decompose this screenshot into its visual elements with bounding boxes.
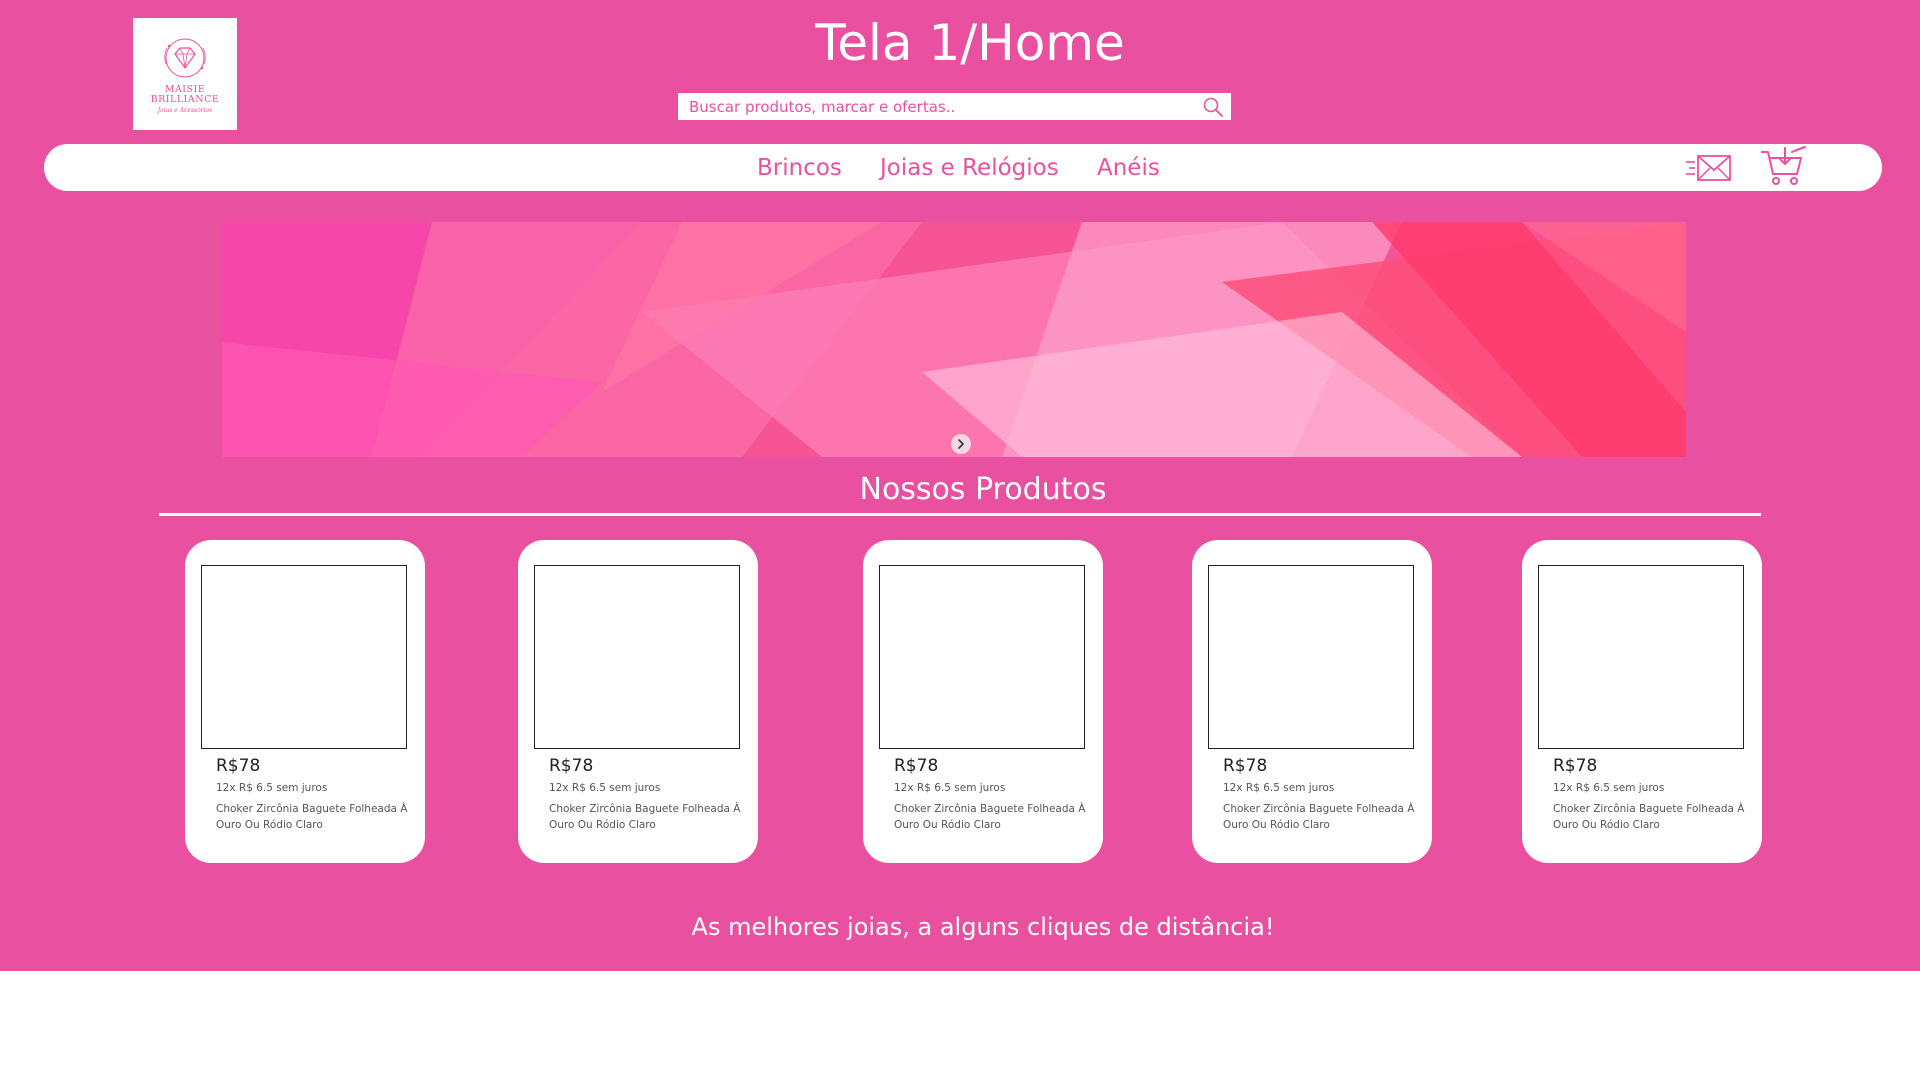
chevron-right-icon (958, 439, 964, 449)
search-bar (678, 93, 1231, 120)
product-installments: 12x R$ 6.5 sem juros (216, 782, 328, 794)
banner-next-button[interactable] (951, 434, 971, 454)
product-installments: 12x R$ 6.5 sem juros (1223, 782, 1335, 794)
brand-logo[interactable]: MAISIE BRILLIANCE Joias e Acessórios (133, 18, 237, 130)
product-name: Choker Zircônia Baguete Folheada À Ouro … (549, 803, 741, 831)
product-price: R$78 (894, 756, 939, 776)
product-name: Choker Zircônia Baguete Folheada À Ouro … (1553, 803, 1745, 831)
hero-banner (222, 222, 1686, 457)
product-image[interactable] (1208, 565, 1414, 749)
cart-icon[interactable] (1759, 146, 1807, 188)
product-image[interactable] (879, 565, 1085, 749)
product-price: R$78 (1223, 756, 1268, 776)
nav-link-brincos[interactable]: Brincos (757, 154, 842, 182)
product-name: Choker Zircônia Baguete Folheada À Ouro … (1223, 803, 1415, 831)
product-card[interactable]: R$78 12x R$ 6.5 sem juros Choker Zircôni… (1192, 540, 1432, 863)
product-price: R$78 (549, 756, 594, 776)
footer-tagline: As melhores joias, a alguns cliques de d… (691, 913, 1275, 941)
logo-brand-name: MAISIE BRILLIANCE (150, 84, 220, 105)
banner-background (222, 222, 1686, 457)
product-installments: 12x R$ 6.5 sem juros (1553, 782, 1665, 794)
nav-link-joias-e-relogios[interactable]: Joias e Relógios (880, 154, 1059, 182)
diamond-logo-icon (164, 38, 206, 78)
product-card[interactable]: R$78 12x R$ 6.5 sem juros Choker Zircôni… (1522, 540, 1762, 863)
product-name: Choker Zircônia Baguete Folheada À Ouro … (216, 803, 408, 831)
page-title: Tela 1/Home (815, 14, 1125, 72)
product-image[interactable] (201, 565, 407, 749)
product-installments: 12x R$ 6.5 sem juros (549, 782, 661, 794)
product-card[interactable]: R$78 12x R$ 6.5 sem juros Choker Zircôni… (518, 540, 758, 863)
section-divider (159, 513, 1761, 516)
product-card[interactable]: R$78 12x R$ 6.5 sem juros Choker Zircôni… (185, 540, 425, 863)
product-image[interactable] (1538, 565, 1744, 749)
product-installments: 12x R$ 6.5 sem juros (894, 782, 1006, 794)
product-image[interactable] (534, 565, 740, 749)
search-input[interactable] (678, 94, 1195, 119)
mail-icon[interactable] (1684, 148, 1734, 188)
product-price: R$78 (216, 756, 261, 776)
search-icon (1203, 97, 1223, 117)
product-card[interactable]: R$78 12x R$ 6.5 sem juros Choker Zircôni… (863, 540, 1103, 863)
main-navbar: Brincos Joias e Relógios Anéis (44, 144, 1882, 191)
products-section-title: Nossos Produtos (859, 472, 1107, 507)
search-button[interactable] (1195, 93, 1231, 120)
logo-tagline: Joias e Acessórios (157, 107, 213, 114)
nav-link-aneis[interactable]: Anéis (1097, 154, 1160, 182)
product-name: Choker Zircônia Baguete Folheada À Ouro … (894, 803, 1086, 831)
product-price: R$78 (1553, 756, 1598, 776)
